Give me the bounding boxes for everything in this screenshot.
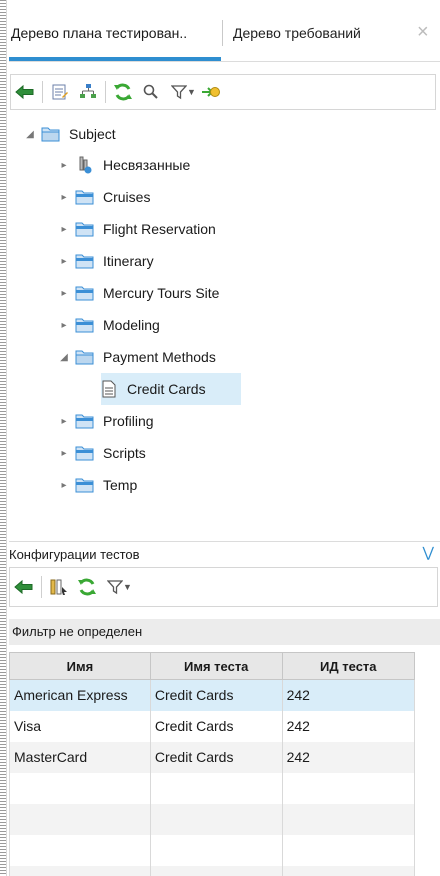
test-document-icon [101, 380, 123, 398]
tree-node-label: Flight Reservation [103, 221, 216, 237]
folder-icon [75, 444, 97, 462]
tree-node-subject[interactable]: ◢ Subject [23, 119, 116, 149]
chevron-down-icon[interactable]: ▼ [123, 582, 133, 592]
column-header-name[interactable]: Имя [9, 652, 151, 680]
cell-test-name: Credit Cards [150, 679, 283, 711]
tree-node-modeling[interactable]: ▸ Modeling [57, 310, 160, 340]
tab-test-plan-tree[interactable]: Дерево плана тестирован.. [9, 20, 221, 61]
folder-icon [75, 412, 97, 430]
chevron-down-icon[interactable]: ◢ [57, 352, 71, 363]
folder-icon [75, 188, 97, 206]
collapse-double-chevron-icon[interactable]: ⋁ [423, 544, 434, 561]
tree-node-itinerary[interactable]: ▸ Itinerary [57, 246, 154, 276]
tree-node-scripts[interactable]: ▸ Scripts [57, 438, 146, 468]
panel-resize-grip[interactable] [0, 0, 7, 876]
chevron-right-icon[interactable]: ▸ [57, 192, 71, 203]
empty-row [9, 772, 416, 804]
tree-node-flight-reservation[interactable]: ▸ Flight Reservation [57, 214, 216, 244]
refresh-icon[interactable] [73, 573, 101, 601]
go-to-test-icon[interactable] [197, 78, 225, 106]
chevron-right-icon[interactable]: ▸ [57, 448, 71, 459]
empty-row [9, 865, 416, 876]
tab-bar: Дерево плана тестирован.. Дерево требова… [9, 0, 440, 62]
cell-test-name: Credit Cards [150, 710, 283, 742]
folder-icon [75, 316, 97, 334]
test-configurations-header: Конфигурации тестов ⋁ [9, 541, 440, 567]
select-columns-icon[interactable] [45, 573, 73, 601]
toolbar-separator [105, 81, 106, 103]
filter-status-text: Фильтр не определен [12, 624, 143, 639]
toolbar-separator [42, 81, 43, 103]
filter-status-bar: Фильтр не определен [9, 619, 440, 645]
grid-header-row: Имя Имя теста ИД теста [9, 652, 416, 680]
cell-test-name: Credit Cards [150, 741, 283, 773]
chevron-right-icon[interactable]: ▸ [57, 480, 71, 491]
tree-node-mercury-tours-site[interactable]: ▸ Mercury Tours Site [57, 278, 219, 308]
empty-row [9, 803, 416, 835]
cell-test-id: 242 [282, 741, 416, 773]
tree-toolbar: ▼ [10, 74, 436, 110]
configurations-grid: Имя Имя теста ИД теста American Express … [9, 652, 416, 876]
folder-icon [75, 220, 97, 238]
tree-node-unattached[interactable]: ▸ Несвязанные [57, 150, 190, 180]
toolbar-separator [41, 576, 42, 598]
tree-node-credit-cards[interactable]: Credit Cards [101, 373, 241, 405]
chevron-right-icon[interactable]: ▸ [57, 256, 71, 267]
table-row[interactable]: MasterCard Credit Cards 242 [9, 741, 416, 773]
back-arrow-icon[interactable] [10, 573, 38, 601]
unattached-icon [75, 156, 97, 174]
chevron-right-icon[interactable]: ▸ [57, 224, 71, 235]
tree-node-label: Payment Methods [103, 349, 216, 365]
cell-name: Visa [9, 710, 151, 742]
tab-requirements-tree[interactable]: Дерево требований [233, 20, 361, 46]
empty-row [9, 834, 416, 866]
test-plan-tree: ◢ Subject ▸ Несвязанные ▸ Cruises ▸ Flig… [9, 116, 440, 526]
hierarchy-icon[interactable] [74, 78, 102, 106]
refresh-icon[interactable] [109, 78, 137, 106]
chevron-down-icon[interactable]: ◢ [23, 129, 37, 140]
table-row[interactable]: American Express Credit Cards 242 [9, 679, 416, 711]
chevron-right-icon[interactable]: ▸ [57, 416, 71, 427]
tree-node-payment-methods[interactable]: ◢ Payment Methods [57, 342, 216, 372]
cell-test-id: 242 [282, 710, 416, 742]
folder-icon [75, 284, 97, 302]
column-header-test-id[interactable]: ИД теста [281, 652, 416, 680]
tree-node-label: Scripts [103, 445, 146, 461]
tree-node-label: Temp [103, 477, 138, 493]
tree-node-label: Modeling [103, 317, 160, 333]
configurations-toolbar: ▼ [9, 567, 438, 607]
tree-node-profiling[interactable]: ▸ Profiling [57, 406, 154, 436]
column-header-test-name[interactable]: Имя теста [149, 652, 283, 680]
tree-node-label: Cruises [103, 189, 151, 205]
cell-test-id: 242 [282, 679, 416, 711]
folder-icon [75, 252, 97, 270]
search-icon[interactable] [137, 78, 165, 106]
chevron-down-icon[interactable]: ▼ [187, 87, 197, 97]
tree-node-label: Profiling [103, 413, 154, 429]
panel-title: Конфигурации тестов [9, 547, 140, 562]
chevron-right-icon[interactable]: ▸ [57, 160, 71, 171]
tree-node-cruises[interactable]: ▸ Cruises [57, 182, 150, 212]
back-arrow-icon[interactable] [11, 78, 39, 106]
details-icon[interactable] [46, 78, 74, 106]
tree-node-label: Mercury Tours Site [103, 285, 220, 301]
tree-node-label: Itinerary [103, 253, 154, 269]
chevron-right-icon[interactable]: ▸ [57, 288, 71, 299]
folder-icon [75, 476, 97, 494]
tree-node-label: Credit Cards [127, 381, 206, 397]
table-row[interactable]: Visa Credit Cards 242 [9, 710, 416, 742]
folder-open-icon [41, 125, 63, 143]
tree-node-temp[interactable]: ▸ Temp [57, 470, 137, 500]
cell-name: MasterCard [9, 741, 151, 773]
tab-divider [222, 20, 223, 46]
close-tab-button[interactable]: × [417, 22, 429, 42]
folder-open-icon [75, 348, 97, 366]
tree-node-label: Несвязанные [103, 157, 191, 173]
tree-node-label: Subject [69, 126, 116, 142]
chevron-right-icon[interactable]: ▸ [57, 320, 71, 331]
cell-name: American Express [9, 679, 151, 711]
